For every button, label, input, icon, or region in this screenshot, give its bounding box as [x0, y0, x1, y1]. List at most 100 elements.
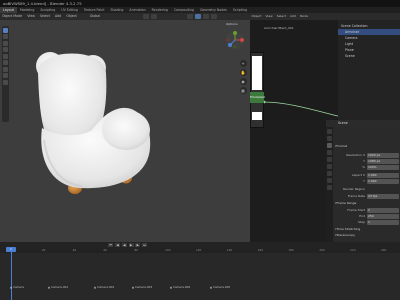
tool-tab-icon[interactable] — [327, 129, 332, 134]
timeline-marker[interactable]: Camera.003 — [132, 285, 152, 289]
play-icon[interactable]: ▶ — [128, 243, 134, 247]
label-resolution-y: Y — [363, 159, 365, 163]
scale-icon[interactable] — [3, 53, 8, 59]
scene-tab-icon[interactable] — [327, 157, 332, 162]
timeline-marker[interactable]: Camera.002 — [94, 285, 114, 289]
label-frame-end: End — [359, 214, 365, 218]
timeline-tick-label: 120 — [196, 248, 202, 252]
outliner-row[interactable]: Scene — [338, 53, 400, 59]
label-frame-step: Step — [358, 220, 365, 224]
outliner[interactable]: Scene Collection Armchair Camera Light Plane… — [338, 20, 400, 120]
properties-tabs — [326, 127, 333, 242]
blender-window: ooBIVWS89_1.4.blend] - Blender 4.3.2.75 … — [0, 0, 400, 300]
properties-panel: Format Resolution X 1920 px Y 1080 px % … — [333, 127, 400, 242]
field-frame-rate[interactable]: 24 fps — [367, 194, 399, 199]
add-cube-icon[interactable] — [3, 79, 8, 85]
field-frame-start[interactable]: 1 — [367, 208, 399, 213]
node-menu-select[interactable]: Select — [275, 13, 287, 20]
annotate-icon[interactable] — [3, 66, 8, 72]
section-format[interactable]: Format — [335, 144, 348, 148]
output-tab-icon[interactable] — [327, 143, 332, 148]
tool-shelf — [2, 26, 9, 122]
field-frame-end[interactable]: 250 — [367, 214, 399, 219]
mode-dropdown[interactable]: Object Mode — [0, 13, 24, 20]
zoom-icon[interactable]: + — [239, 60, 247, 67]
prev-keyframe-icon[interactable]: ◀ — [115, 243, 121, 247]
node-breadcrumb: Armchair/Mesh_001 — [264, 26, 294, 30]
jump-end-icon[interactable]: ⏭ — [142, 243, 148, 247]
field-resolution-x[interactable]: 1920 px — [367, 153, 399, 158]
measure-icon[interactable] — [3, 73, 8, 78]
armchair-model[interactable] — [30, 28, 160, 208]
menu-view[interactable]: View — [25, 13, 37, 20]
label-render-region: Render Region — [343, 187, 365, 191]
viewport-header: Object Mode View Select Add Object Globa… — [0, 13, 250, 20]
field-frame-step[interactable]: 1 — [367, 220, 399, 225]
object-tab-icon[interactable] — [327, 171, 332, 176]
proportional-edit-icon[interactable] — [151, 14, 158, 19]
node-menu-node[interactable]: Node — [299, 13, 310, 20]
cursor-icon[interactable] — [3, 34, 8, 39]
label-frame-rate: Frame Rate — [347, 194, 365, 198]
properties-title: Scene — [338, 121, 348, 125]
field-aspect-x[interactable]: 1.000 — [367, 173, 399, 178]
snap-icon[interactable] — [143, 14, 150, 19]
section-time-stretching[interactable]: Time Stretching — [335, 227, 361, 231]
timeline-marker[interactable]: Camera — [10, 285, 24, 289]
node-preview — [252, 56, 262, 90]
label-aspect-y: Y — [363, 179, 365, 183]
node-menu-object[interactable]: Object — [250, 13, 263, 20]
viewport-navigation: + ✋ ◉ ▦ — [238, 58, 248, 158]
field-aspect-y[interactable]: 1.000 — [367, 179, 399, 184]
render-tab-icon[interactable] — [327, 136, 332, 141]
section-stereoscopy[interactable]: Stereoscopy — [335, 233, 356, 237]
outliner-header — [338, 13, 400, 20]
material-tab-icon[interactable] — [327, 185, 332, 190]
next-keyframe-icon[interactable]: ▶ — [135, 243, 141, 247]
view-layer-tab-icon[interactable] — [327, 150, 332, 155]
camera-view-icon[interactable]: ◉ — [239, 78, 247, 85]
label-aspect-x: Aspect X — [351, 173, 365, 177]
menu-add[interactable]: Add — [53, 13, 63, 20]
world-tab-icon[interactable] — [327, 164, 332, 169]
menu-select[interactable]: Select — [38, 13, 52, 20]
field-percent[interactable]: 100% — [367, 165, 399, 170]
timeline-marker[interactable]: Camera.001 — [48, 285, 68, 289]
overlay-icon[interactable] — [187, 14, 193, 19]
playhead[interactable] — [11, 248, 12, 300]
transform-icon[interactable] — [3, 60, 8, 65]
timeline[interactable] — [0, 248, 400, 300]
timeline-tick-label: 20 — [41, 248, 46, 252]
modifier-tab-icon[interactable] — [327, 178, 332, 183]
jump-start-icon[interactable]: ⏮ — [108, 243, 114, 247]
timeline-ruler[interactable]: 020406080100120140160180200220240 — [0, 248, 400, 253]
timeline-tick-label: 180 — [288, 248, 294, 252]
node-preview-small — [252, 112, 262, 120]
orientation-dropdown[interactable]: Global — [88, 13, 102, 20]
current-frame-indicator[interactable]: 1 — [6, 247, 16, 252]
perspective-icon[interactable]: ▦ — [239, 87, 247, 94]
select-box-icon[interactable] — [3, 27, 8, 33]
timeline-tick-label: 240 — [381, 248, 387, 252]
rotate-icon[interactable] — [3, 47, 8, 52]
node-editor-header: Object View Select Add Node — [250, 13, 338, 20]
properties-header: Scene — [326, 120, 400, 127]
node-menu-add[interactable]: Add — [289, 13, 298, 20]
node-socket-output[interactable]: Principled — [250, 92, 265, 103]
pan-icon[interactable]: ✋ — [239, 69, 247, 76]
section-frame-range[interactable]: Frame Range — [335, 201, 357, 205]
timeline-marker[interactable]: Camera.004 — [170, 285, 190, 289]
node-menu-view[interactable]: View — [264, 13, 274, 20]
timeline-tick-label: 160 — [257, 248, 263, 252]
play-reverse-icon[interactable]: ◀ — [121, 243, 127, 247]
options-label[interactable]: Options — [226, 22, 238, 26]
timeline-tick-label: 40 — [72, 248, 77, 252]
window-title: ooBIVWS89_1.4.blend] - Blender 4.3.2.75 — [3, 1, 82, 6]
field-resolution-y[interactable]: 1080 px — [367, 159, 399, 164]
solid-shading-icon[interactable] — [195, 14, 202, 19]
rendered-shading-icon[interactable] — [211, 14, 218, 19]
material-shading-icon[interactable] — [203, 14, 210, 19]
move-icon[interactable] — [3, 40, 8, 46]
menu-object[interactable]: Object — [64, 13, 78, 20]
timeline-marker[interactable]: Camera.005 — [210, 285, 230, 289]
